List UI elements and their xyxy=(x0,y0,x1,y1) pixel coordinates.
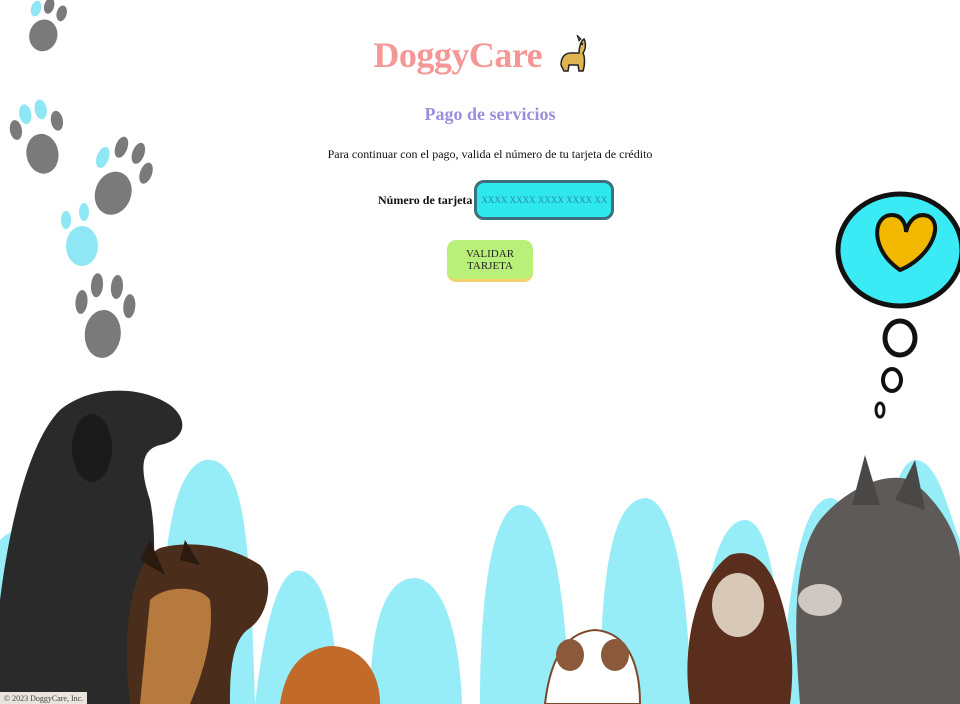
card-number-input[interactable] xyxy=(474,180,615,220)
dogs-illustration xyxy=(0,390,960,704)
dog-icon xyxy=(557,34,587,82)
instructions-text: Para continuar con el pago, valida el nú… xyxy=(327,147,653,161)
page-title: DoggyCare xyxy=(373,35,543,75)
thought-bubble xyxy=(835,191,960,419)
paw-icon xyxy=(75,273,136,358)
footer: © 2023 DoggyCare, Inc. xyxy=(0,692,88,704)
paw-icon xyxy=(94,136,153,215)
paw-icon xyxy=(61,203,98,266)
page-subtitle: Pago de servicios xyxy=(424,104,556,124)
footer-text: © 2023 DoggyCare, Inc. xyxy=(4,693,84,703)
card-number-row: Número de tarjeta xyxy=(378,180,615,220)
page-header: DoggyCare xyxy=(0,34,960,82)
card-number-label: Número de tarjeta xyxy=(378,192,473,207)
validate-card-button[interactable]: VALIDAR TARJETA xyxy=(447,240,533,282)
